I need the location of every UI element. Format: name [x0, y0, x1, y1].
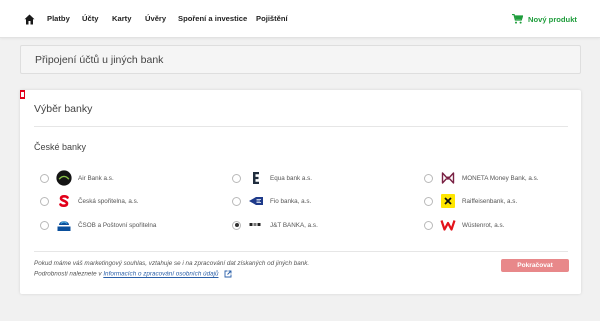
bank-name: MONETA Money Bank, a.s. [462, 174, 539, 182]
ceska-sporitelna-logo-icon [56, 193, 72, 209]
page-title: Připojení účtů u jiných bank [35, 54, 164, 66]
consent-note: Pokud máme váš marketingový souhlas, vzt… [34, 260, 310, 267]
bank-name: Equa bank a.s. [270, 174, 313, 182]
csob-logo-icon [56, 217, 72, 233]
radio-button[interactable] [232, 173, 241, 183]
radio-button[interactable] [40, 196, 49, 206]
radio-button[interactable] [232, 196, 241, 206]
continue-button[interactable]: Pokračovat [501, 259, 569, 272]
radio-button-selected[interactable] [232, 220, 241, 230]
bank-option-air-bank[interactable]: Air Bank a.s. [40, 170, 114, 186]
bank-name: Air Bank a.s. [78, 174, 114, 182]
bank-name: Wüstenrot, a.s. [462, 221, 505, 229]
moneta-logo-icon [440, 170, 456, 186]
radio-button[interactable] [424, 220, 433, 230]
bank-option-equa-bank[interactable]: Equa bank a.s. [232, 170, 312, 186]
divider [34, 251, 568, 252]
bank-option-moneta[interactable]: MONETA Money Bank, a.s. [424, 170, 539, 186]
shopping-cart-icon [512, 14, 523, 24]
bank-option-ceska-sporitelna[interactable]: Česká spořitelna, a.s. [40, 193, 139, 209]
nav-item-pojisteni[interactable]: Pojištění [256, 14, 288, 23]
corner-marker-icon [20, 90, 25, 99]
fio-banka-logo-icon [248, 193, 264, 209]
nav-item-platby[interactable]: Platby [47, 14, 70, 23]
details-note-prefix: Podrobnosti naleznete v [34, 270, 102, 278]
nav-item-sporeni[interactable]: Spoření a investice [178, 14, 247, 23]
radio-button[interactable] [424, 196, 433, 206]
radio-button[interactable] [40, 173, 49, 183]
details-note: Podrobnosti naleznete v Informacích o zp… [34, 270, 232, 278]
section-title: Výběr banky [34, 103, 93, 115]
top-navigation: Platby Účty Karty Úvěry Spoření a invest… [0, 0, 600, 38]
raiffeisenbank-logo-icon [440, 193, 456, 209]
wustenrot-logo-icon [440, 217, 456, 233]
bank-option-fio-banka[interactable]: Fio banka, a.s. [232, 193, 311, 209]
radio-button[interactable] [40, 220, 49, 230]
privacy-info-link[interactable]: Informacích o zpracování osobních údajů [103, 271, 218, 278]
air-bank-logo-icon [56, 170, 72, 186]
new-product-button[interactable]: Nový produkt [512, 13, 577, 25]
nav-item-karty[interactable]: Karty [112, 14, 131, 23]
bank-name: Raiffeisenbank, a.s. [462, 197, 518, 205]
bank-name: ČSOB a Poštovní spořitelna [78, 221, 157, 229]
bank-option-raiffeisenbank[interactable]: Raiffeisenbank, a.s. [424, 193, 517, 209]
home-icon[interactable] [24, 14, 35, 25]
bank-name: Fio banka, a.s. [270, 197, 312, 205]
divider [34, 126, 568, 127]
bank-option-csob[interactable]: ČSOB a Poštovní spořitelna [40, 217, 156, 233]
equa-bank-logo-icon [248, 170, 264, 186]
bank-option-wustenrot[interactable]: Wüstenrot, a.s. [424, 217, 504, 233]
page-header-card: Připojení účtů u jiných bank [20, 45, 581, 74]
nav-item-ucty[interactable]: Účty [82, 14, 98, 23]
bank-name: Česká spořitelna, a.s. [78, 197, 139, 205]
bank-option-jt-banka[interactable]: J&T BANKA, a.s. [232, 217, 318, 233]
new-product-label: Nový produkt [528, 14, 577, 24]
group-title: České banky [34, 142, 87, 152]
radio-button[interactable] [424, 173, 433, 183]
nav-item-uvery[interactable]: Úvěry [145, 14, 166, 23]
external-link-icon[interactable] [224, 270, 232, 278]
bank-name: J&T BANKA, a.s. [270, 221, 318, 229]
jt-banka-logo-icon [248, 217, 264, 233]
